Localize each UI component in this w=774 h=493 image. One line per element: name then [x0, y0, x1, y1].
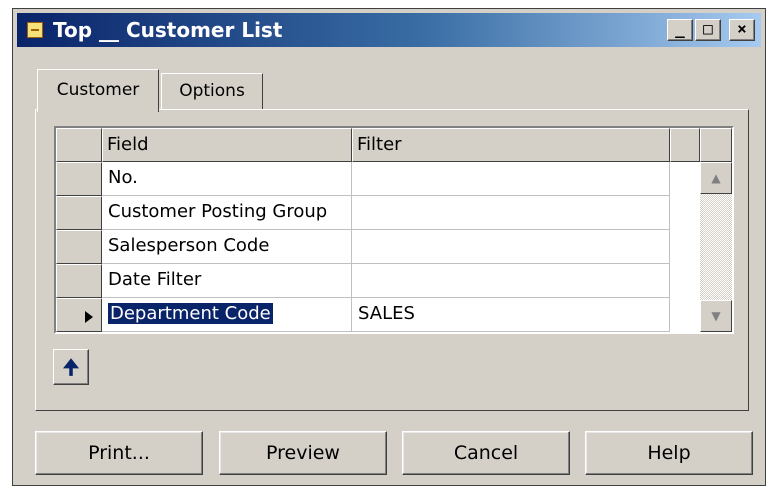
- help-button[interactable]: Help: [585, 431, 753, 475]
- tab-options[interactable]: Options: [161, 73, 263, 109]
- field-cell-current[interactable]: Department Code 🠉: [102, 298, 352, 332]
- preview-button[interactable]: Preview: [219, 431, 387, 475]
- grid-blank-column: [670, 162, 700, 332]
- row-selector[interactable]: [56, 196, 102, 230]
- arrow-up-icon: 🠉: [62, 355, 80, 379]
- row-selector[interactable]: [56, 230, 102, 264]
- title-bar[interactable]: Top __ Customer List _ □ ×: [17, 13, 761, 47]
- window-title: Top __ Customer List: [53, 18, 283, 42]
- filter-grid: Field Filter No. Customer Posting Group …: [54, 126, 734, 334]
- scroll-up-icon: ▲: [711, 171, 721, 185]
- app-icon[interactable]: [27, 22, 43, 38]
- row-selector-current[interactable]: [56, 298, 102, 332]
- scroll-down-button[interactable]: ▼: [700, 300, 732, 332]
- row-selector[interactable]: [56, 264, 102, 298]
- print-button[interactable]: Print...: [35, 431, 203, 475]
- field-cell[interactable]: No.: [102, 162, 352, 196]
- selected-field-text: Department Code: [108, 303, 273, 324]
- cancel-button[interactable]: Cancel: [402, 431, 570, 475]
- vertical-scrollbar[interactable]: ▲ ▼: [700, 162, 732, 332]
- customer-list-window: Top __ Customer List _ □ × Customer Opti…: [12, 8, 766, 486]
- close-button[interactable]: ×: [729, 19, 755, 41]
- field-cell[interactable]: Customer Posting Group: [102, 196, 352, 230]
- maximize-button[interactable]: □: [695, 19, 721, 41]
- customer-tab-panel: Field Filter No. Customer Posting Group …: [35, 109, 749, 411]
- scroll-down-icon: ▼: [711, 309, 721, 323]
- tab-customer[interactable]: Customer: [37, 69, 159, 112]
- column-header-filter[interactable]: Filter: [352, 128, 670, 162]
- field-cell[interactable]: Date Filter: [102, 264, 352, 298]
- column-header-field[interactable]: Field: [102, 128, 352, 162]
- row-selector[interactable]: [56, 162, 102, 196]
- filter-cell[interactable]: [352, 162, 670, 196]
- filter-cell[interactable]: [352, 230, 670, 264]
- grid-corner-header: [56, 128, 102, 162]
- column-header-corner: [700, 128, 732, 162]
- column-header-blank: [670, 128, 700, 162]
- filter-cell[interactable]: [352, 196, 670, 230]
- filter-cell-current[interactable]: SALES: [352, 298, 670, 332]
- row-pointer-icon: [85, 311, 93, 323]
- field-cell[interactable]: Salesperson Code: [102, 230, 352, 264]
- minimize-button[interactable]: _: [667, 19, 693, 41]
- scroll-up-button[interactable]: ▲: [700, 162, 732, 194]
- move-up-button[interactable]: 🠉: [53, 349, 89, 385]
- filter-cell[interactable]: [352, 264, 670, 298]
